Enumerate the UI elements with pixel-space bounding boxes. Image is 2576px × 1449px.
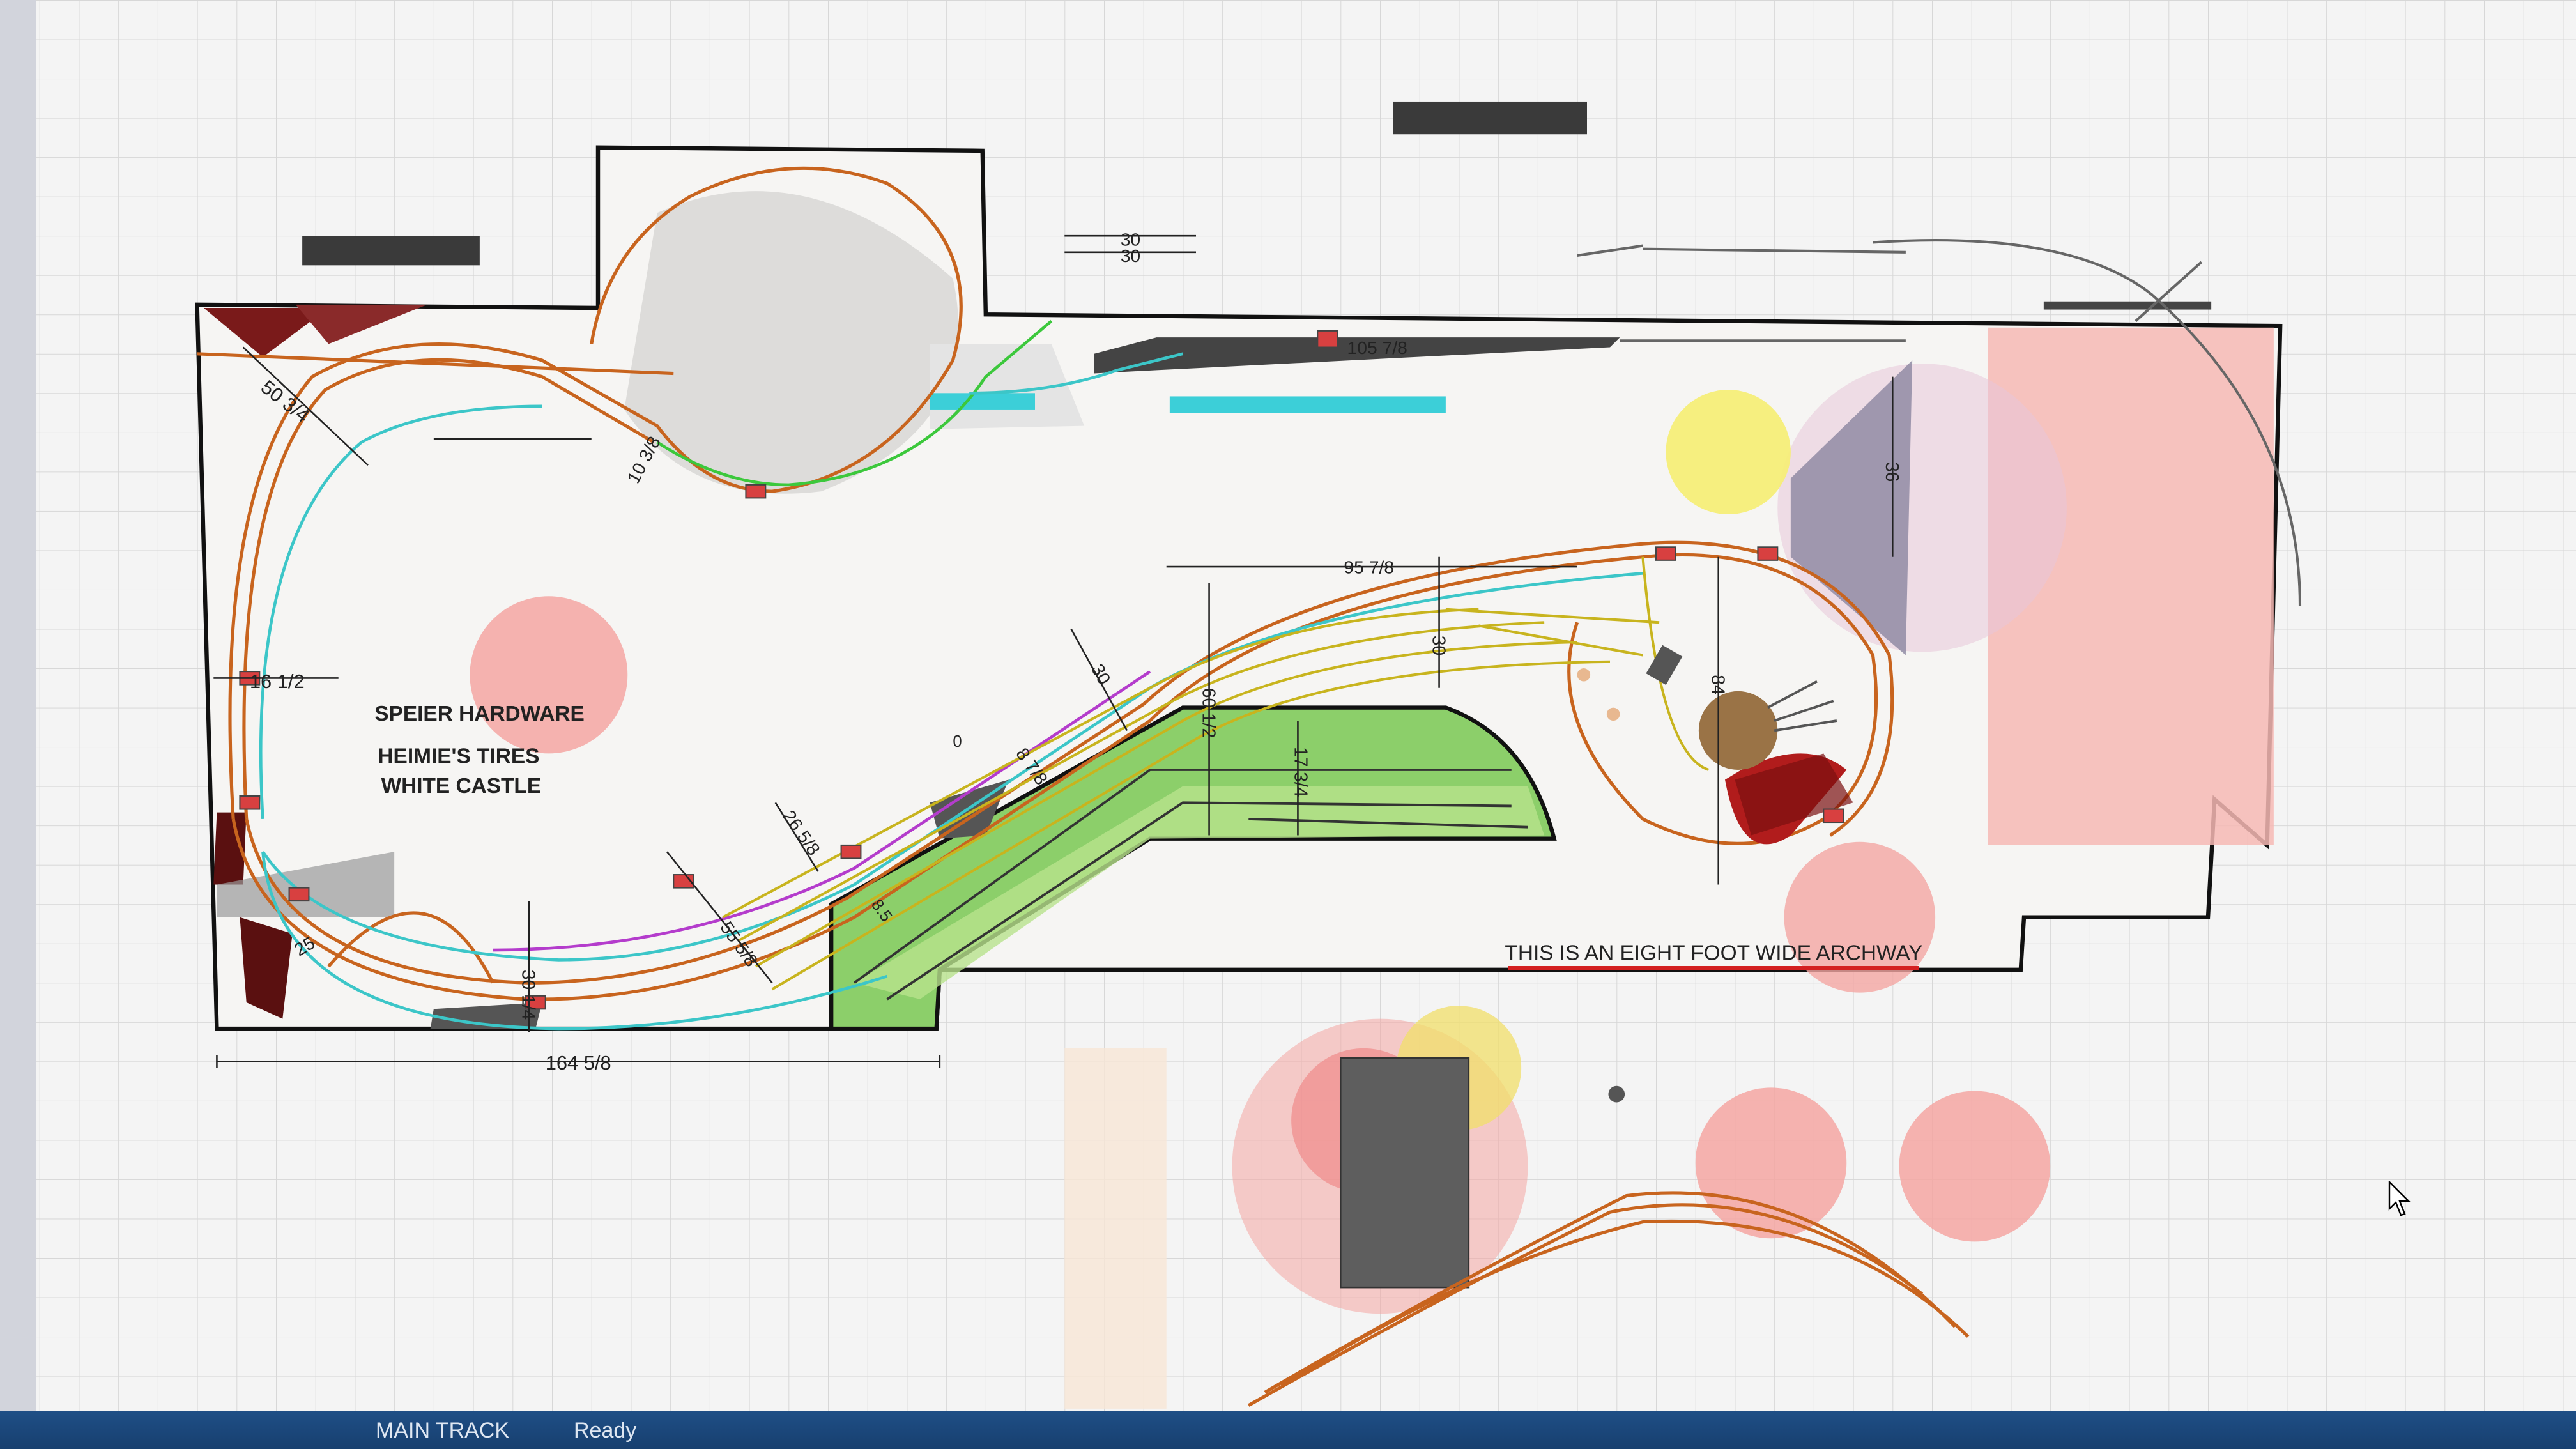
light-circle [1666,390,1791,515]
dim-center-60: 60 1/2 [1199,688,1219,738]
dim-right-84: 84 [1708,675,1728,694]
screen-bezel-left [0,0,36,1412]
dim-overall: 164 5/8 [546,1052,611,1074]
dim-spur-b: 30 [1121,245,1140,266]
dim-small-0: 0 [953,733,962,751]
drawing-canvas[interactable]: 50 3/4 10 3/8 16 1/2 30 30 105 7/8 95 7/… [0,0,2576,1412]
archway-note: THIS IS AN EIGHT FOOT WIDE ARCHWAY [1505,941,1922,965]
mouse-cursor-icon [2388,1181,2411,1216]
dim-center-top: 95 7/8 [1344,556,1394,577]
dim-center-30: 30 [1429,636,1449,656]
town-label-2: HEIMIE'S TIRES [378,745,539,769]
dim-siding: 105 7/8 [1347,337,1407,358]
column-marker [470,596,628,754]
status-bar: MAIN TRACK Ready [0,1411,2576,1449]
dim-right-36: 36 [1882,462,1903,482]
status-layer[interactable]: MAIN TRACK [376,1418,509,1443]
town-label-1: SPEIER HARDWARE [374,702,585,726]
dim-peninsula: 17 3/4 [1291,747,1311,797]
dim-left-end: 16 1/2 [250,670,305,693]
dim-bottom-30: 30 1/4 [519,970,539,1020]
status-state: Ready [574,1418,637,1443]
town-label-3: WHITE CASTLE [381,774,542,798]
track-plan-drawing[interactable]: 50 3/4 10 3/8 16 1/2 30 30 105 7/8 95 7/… [0,0,2576,1412]
